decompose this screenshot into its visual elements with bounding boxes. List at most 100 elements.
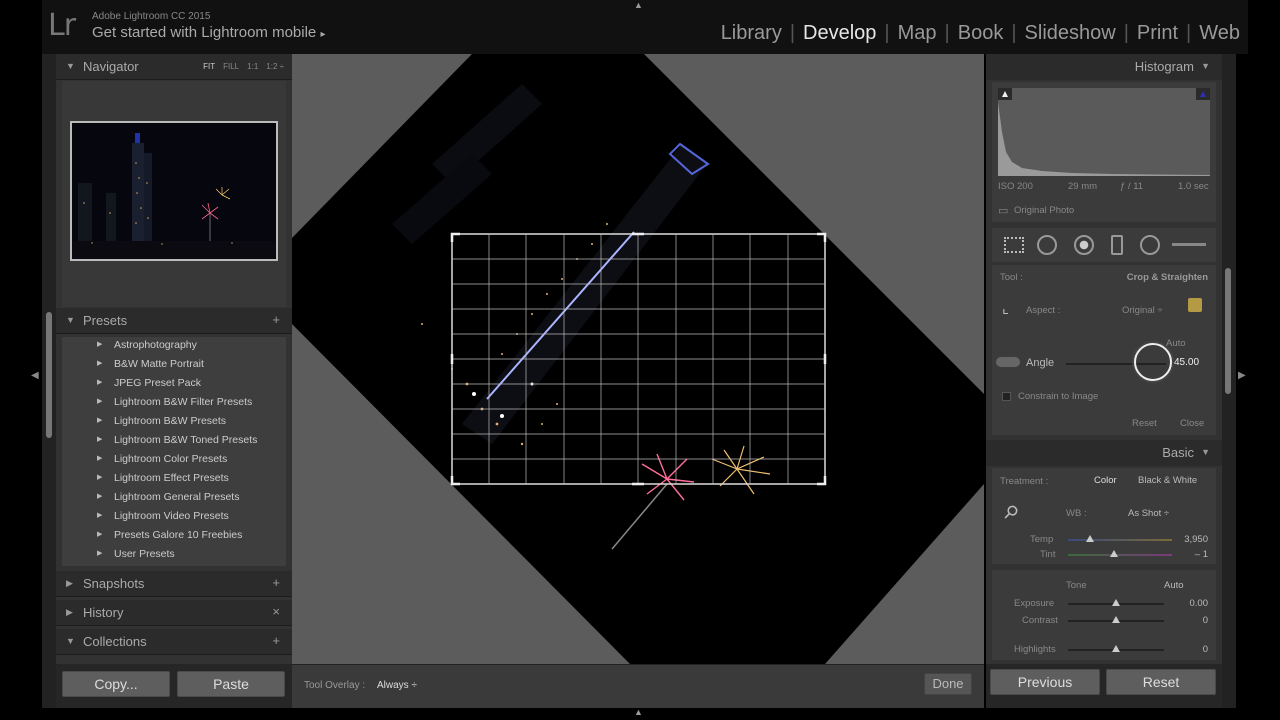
preset-folder[interactable]: ▶ Lightroom B&W Filter Presets	[62, 394, 286, 413]
tone-auto-button[interactable]: Auto	[1164, 580, 1184, 591]
tool-overlay-dropdown[interactable]: Always ÷	[377, 680, 417, 691]
preset-folder[interactable]: ▶ Lightroom Video Presets	[62, 508, 286, 527]
add-collection-icon[interactable]: +	[272, 633, 280, 648]
collapse-left-panel-icon[interactable]: ◀	[31, 370, 39, 381]
adjustment-brush-tool-icon[interactable]	[1172, 243, 1206, 246]
radial-filter-tool-icon[interactable]	[1140, 235, 1160, 255]
straighten-tool-icon[interactable]	[996, 357, 1020, 367]
zoom-fill[interactable]: FILL	[223, 62, 239, 71]
module-map[interactable]: Map	[890, 22, 945, 45]
eyedropper-icon[interactable]: ⚲	[999, 500, 1022, 524]
preset-folder[interactable]: ▶ Lightroom B&W Toned Presets	[62, 432, 286, 451]
constrain-label: Constrain to Image	[1018, 391, 1099, 402]
red-eye-tool-icon[interactable]	[1074, 235, 1094, 255]
lock-icon[interactable]	[1188, 298, 1202, 312]
module-slideshow[interactable]: Slideshow	[1017, 22, 1124, 45]
basic-header[interactable]: Basic ▼	[986, 440, 1222, 466]
collapse-right-panel-icon[interactable]: ▶	[1238, 370, 1246, 381]
collapse-top-panel-icon[interactable]: ▲	[634, 0, 643, 10]
crop-close-button[interactable]: Close	[1180, 418, 1204, 429]
module-web[interactable]: Web	[1191, 22, 1240, 45]
crop-frame-icon[interactable]: ⌞	[1002, 299, 1009, 317]
tint-slider-thumb[interactable]	[1110, 550, 1118, 557]
highlights-slider-thumb[interactable]	[1112, 645, 1120, 652]
snapshots-header[interactable]: ▶ Snapshots +	[56, 571, 292, 597]
done-button[interactable]: Done	[924, 673, 972, 695]
wb-dropdown[interactable]: As Shot ÷	[1128, 508, 1169, 519]
constrain-checkbox[interactable]	[1002, 392, 1011, 401]
reset-button[interactable]: Reset	[1106, 669, 1216, 695]
app-title-link[interactable]: Get started with Lightroom mobile ▸	[92, 24, 325, 41]
preset-folder-label: Lightroom Color Presets	[114, 453, 228, 465]
previous-button[interactable]: Previous	[990, 669, 1100, 695]
collections-header[interactable]: ▼ Collections +	[56, 629, 292, 655]
navigator-header[interactable]: ▼ Navigator FIT FILL 1:1 1:2 ÷	[56, 54, 292, 80]
history-title: History	[83, 605, 124, 620]
paste-button[interactable]: Paste	[177, 671, 285, 697]
preset-folder-label: Lightroom Effect Presets	[114, 472, 229, 484]
preset-folder[interactable]: ▶ Lightroom General Presets	[62, 489, 286, 508]
angle-slider-cursor[interactable]	[1134, 343, 1172, 381]
right-scrollbar[interactable]	[1225, 268, 1231, 394]
clear-history-icon[interactable]: ×	[272, 604, 280, 619]
left-scrollbar[interactable]	[46, 312, 52, 438]
treatment-color-button[interactable]: Color	[1094, 475, 1117, 486]
preset-folder[interactable]: ▶ Lightroom B&W Presets	[62, 413, 286, 432]
image-canvas[interactable]	[292, 54, 984, 664]
preset-folder-label: Lightroom B&W Presets	[114, 415, 227, 427]
preset-folder-label: JPEG Preset Pack	[114, 377, 201, 389]
collapse-filmstrip-icon[interactable]: ▲	[634, 707, 643, 717]
histogram-header[interactable]: Histogram ▼	[986, 54, 1222, 80]
aspect-dropdown[interactable]: Original ÷	[1122, 305, 1163, 316]
zoom-1-2[interactable]: 1:2 ÷	[266, 62, 284, 71]
module-book[interactable]: Book	[950, 22, 1012, 45]
angle-value[interactable]: 45.00	[1174, 357, 1199, 368]
original-photo-icon[interactable]: ▭	[998, 204, 1008, 217]
preset-folder[interactable]: ▶ Presets Galore 10 Freebies	[62, 527, 286, 546]
presets-header[interactable]: ▼ Presets +	[56, 308, 292, 334]
expanded-triangle-icon: ▼	[1201, 447, 1210, 457]
aspect-label: Aspect :	[1026, 305, 1061, 316]
copy-button[interactable]: Copy...	[62, 671, 170, 697]
temp-slider[interactable]	[1068, 539, 1172, 541]
highlights-value[interactable]: 0	[1203, 644, 1208, 655]
module-library[interactable]: Library	[713, 22, 790, 45]
tint-value[interactable]: – 1	[1195, 549, 1208, 560]
contrast-value[interactable]: 0	[1203, 615, 1208, 626]
exposure-slider-thumb[interactable]	[1112, 599, 1120, 606]
spot-removal-tool-icon[interactable]	[1037, 235, 1057, 255]
temp-slider-thumb[interactable]	[1086, 535, 1094, 542]
history-header[interactable]: ▶ History ×	[56, 600, 292, 626]
collapsed-triangle-icon: ▶	[97, 398, 103, 405]
preset-folder[interactable]: ▶ JPEG Preset Pack	[62, 375, 286, 394]
exposure-value[interactable]: 0.00	[1190, 598, 1209, 609]
preset-folder[interactable]: ▶ Lightroom Color Presets	[62, 451, 286, 470]
app-subtitle: Adobe Lightroom CC 2015	[92, 11, 211, 22]
histogram-graph	[998, 88, 1210, 176]
auto-straighten-button[interactable]: Auto	[1166, 338, 1186, 349]
basic-treatment-wb: Treatment : Color Black & White ⚲ WB : A…	[992, 468, 1216, 564]
zoom-1-1[interactable]: 1:1	[247, 62, 258, 71]
treatment-bw-button[interactable]: Black & White	[1138, 475, 1197, 486]
crop-overlay-tool-icon[interactable]	[1004, 237, 1024, 253]
preset-folder[interactable]: ▶ Lightroom Effect Presets	[62, 470, 286, 489]
add-snapshot-icon[interactable]: +	[272, 575, 280, 590]
develop-toolbar: Tool Overlay : Always ÷ Done	[292, 664, 984, 708]
preset-folder[interactable]: ▶ User Presets	[62, 546, 286, 565]
preset-folder[interactable]: ▶ Astrophotography	[62, 337, 286, 356]
contrast-slider-thumb[interactable]	[1112, 616, 1120, 623]
module-print[interactable]: Print	[1129, 22, 1186, 45]
preset-folder[interactable]: ▶ B&W Matte Portrait	[62, 356, 286, 375]
collapsed-triangle-icon: ▶	[66, 607, 73, 617]
right-panel: Histogram ▼ ISO 200 29 mm ƒ / 11 1.0 sec…	[986, 54, 1222, 708]
temp-value[interactable]: 3,950	[1184, 534, 1208, 545]
module-develop[interactable]: Develop	[795, 22, 884, 45]
add-preset-icon[interactable]: +	[272, 312, 280, 327]
crop-view	[292, 54, 984, 664]
zoom-fit[interactable]: FIT	[203, 62, 215, 71]
tint-slider[interactable]	[1068, 554, 1172, 556]
graduated-filter-tool-icon[interactable]	[1111, 235, 1123, 255]
app-title-text: Get started with Lightroom mobile	[92, 24, 317, 41]
navigator-thumbnail[interactable]	[70, 121, 278, 261]
crop-reset-button[interactable]: Reset	[1132, 418, 1157, 429]
